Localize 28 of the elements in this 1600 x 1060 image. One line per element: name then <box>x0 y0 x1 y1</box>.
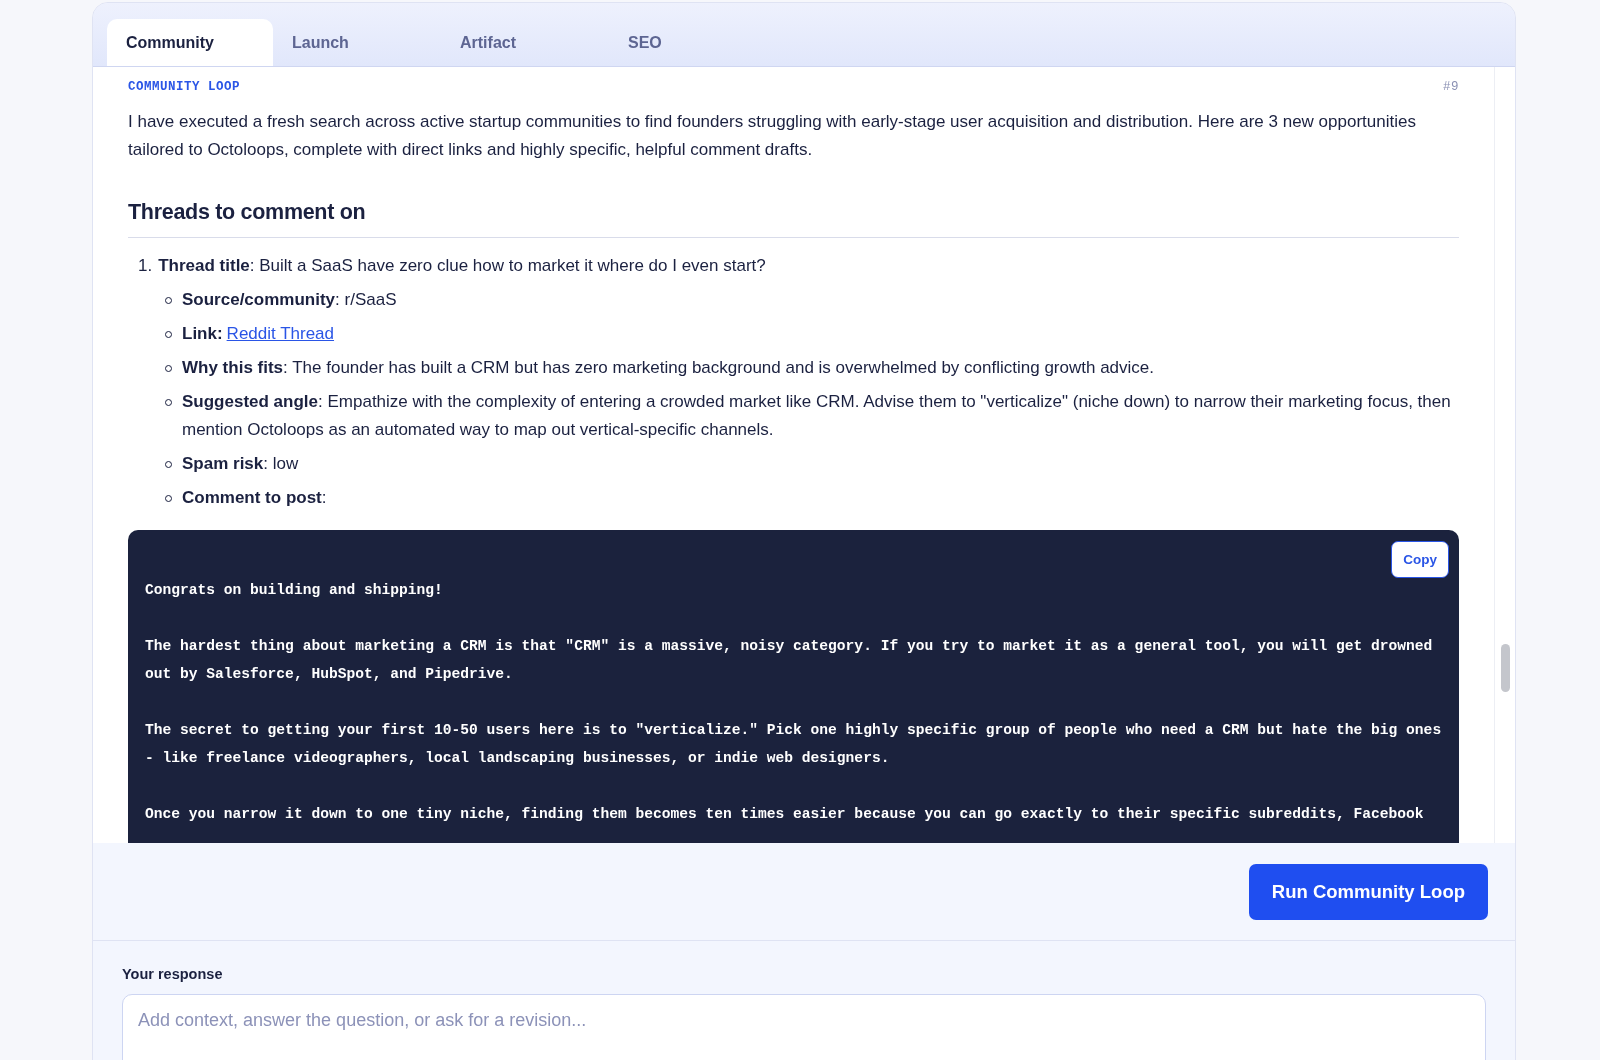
detail-text: Suggested angle: Empathize with the complexity of entering a crowded market like CRM. Advise them to "verticalize" (niche down) to narrow their marketing focus, then mention Octoloops as an automated way to map out vertical-specific channels. <box>182 391 1452 441</box>
response-field[interactable]: Add context, answer the question, or ask for a revision... <box>122 994 1486 1060</box>
detail-text: Comment to post: <box>182 487 327 509</box>
detail-text: Source/community: r/SaaS <box>182 289 397 311</box>
detail-text: Spam risk: low <box>182 453 299 475</box>
response-label: Your response <box>122 966 224 982</box>
copy-button[interactable]: Copy <box>1391 541 1449 578</box>
scrollbar-thumb[interactable] <box>1501 644 1510 692</box>
thread-title: Thread title: Built a SaaS have zero clue how to market it where do I even start? <box>158 255 766 277</box>
code-line: The hardest thing about marketing a CRM is that "CRM" is a massive, noisy category. If you try to market it as a general tool, you will get drowned <box>145 637 1434 656</box>
section-heading: Threads to comment on <box>128 200 367 225</box>
tab[interactable]: Launch <box>273 19 441 66</box>
code-line: Once you narrow it down to one tiny niche, finding them becomes ten times easier because you can go exactly to their specific subreddits, Facebook <box>145 805 1425 824</box>
tab[interactable]: Artifact <box>441 19 609 66</box>
message-number: #9 <box>1443 80 1459 94</box>
thread-link[interactable]: Reddit Thread <box>226 320 335 348</box>
intro-paragraph: I have executed a fresh search across active startup communities to find founders struggling with early-stage user acquisition and distribution. Here are 3 new opportunities tailored to Octoloops, complete with direct links and highly specific, helpful comment drafts. <box>128 111 1417 161</box>
section-label: COMMUNITY LOOP <box>128 80 241 94</box>
code-line: - like freelance videographers, local landscaping businesses, or indie web designers. <box>145 749 891 768</box>
detail-label: Link: <box>182 323 223 345</box>
tab[interactable]: SEO <box>609 19 777 66</box>
run-button[interactable]: Run Community Loop <box>1248 864 1488 920</box>
list-number: 1. <box>138 255 153 277</box>
code-line: Congrats on building and shipping! <box>145 581 444 600</box>
code-line: The secret to getting your first 10-50 users here is to "verticalize." Pick one highly specific group of people who need a CRM but hate the big ones <box>145 721 1442 740</box>
code-line: out by Salesforce, HubSpot, and Pipedrive. <box>145 665 514 684</box>
tab[interactable]: Community <box>107 19 273 66</box>
detail-text: Why this fits: The founder has built a CRM but has zero marketing background and is overwhelmed by conflicting growth advice. <box>182 357 1154 379</box>
